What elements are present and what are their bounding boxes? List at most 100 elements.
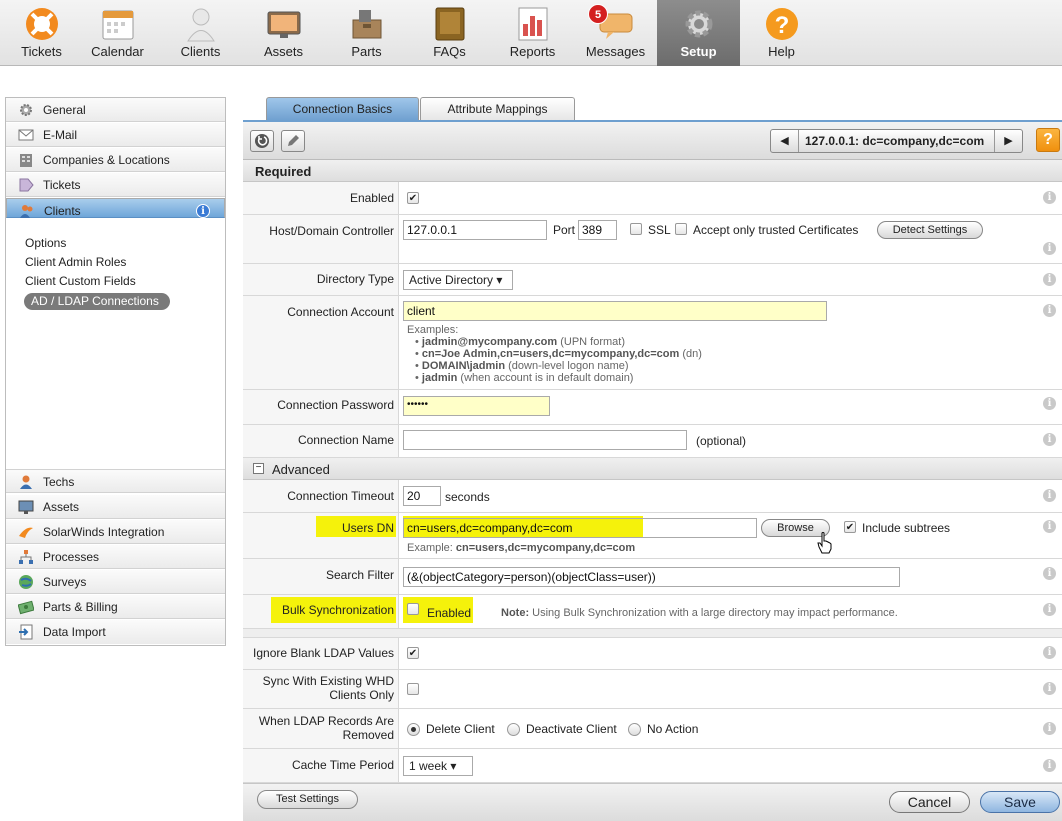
connection-account-input[interactable]: client bbox=[403, 301, 827, 321]
sidebar-item-parts-billing[interactable]: Parts & Billing bbox=[6, 595, 225, 619]
sidebar-item-surveys[interactable]: Surveys bbox=[6, 570, 225, 594]
sidebar-item-email[interactable]: E-Mail bbox=[6, 123, 225, 147]
nav-faqs[interactable]: FAQs bbox=[408, 0, 491, 66]
building-icon bbox=[20, 154, 32, 167]
info-icon[interactable]: i bbox=[1043, 759, 1056, 772]
back-button[interactable] bbox=[250, 130, 274, 152]
save-button[interactable]: Save bbox=[980, 791, 1060, 813]
monitor-icon bbox=[18, 500, 34, 514]
cache-time-select[interactable]: 1 week ▾ bbox=[403, 756, 473, 776]
deactivate-client-radio[interactable] bbox=[507, 723, 520, 736]
row-label-cell: Connection Account bbox=[243, 296, 399, 389]
sidebar-item-general[interactable]: General bbox=[6, 98, 225, 122]
sync-existing-label-line1: Sync With Existing WHD bbox=[262, 674, 394, 688]
info-icon[interactable]: i bbox=[1043, 520, 1056, 533]
enabled-checkbox[interactable]: ✔ bbox=[407, 192, 419, 204]
ignore-blank-checkbox[interactable]: ✔ bbox=[407, 647, 419, 659]
row-label-cell: Bulk Synchronization bbox=[243, 595, 399, 628]
delete-client-radio[interactable] bbox=[407, 723, 420, 736]
sync-existing-checkbox[interactable] bbox=[407, 683, 419, 695]
cancel-button[interactable]: Cancel bbox=[889, 791, 970, 813]
help-button[interactable]: ? bbox=[1036, 128, 1060, 152]
info-icon[interactable]: i bbox=[196, 204, 210, 218]
example-note: (when account is in default domain) bbox=[457, 372, 634, 384]
sidebar-item-techs[interactable]: Techs bbox=[6, 469, 225, 493]
info-icon[interactable]: i bbox=[1043, 304, 1056, 317]
nav-label: Setup bbox=[680, 44, 717, 59]
trusted-certificates-checkbox[interactable] bbox=[675, 223, 687, 235]
users-dn-input[interactable]: cn=users,dc=company,dc=com bbox=[403, 518, 757, 538]
note-text: Using Bulk Synchronization with a large … bbox=[529, 607, 898, 619]
nav-reports[interactable]: Reports bbox=[491, 0, 574, 66]
connection-name-display: 127.0.0.1: dc=company,dc=com bbox=[805, 134, 985, 148]
info-icon[interactable]: i bbox=[1043, 567, 1056, 580]
advanced-section-header[interactable]: − Advanced bbox=[243, 458, 1062, 480]
sidebar-subitem-client-admin-roles[interactable]: Client Admin Roles bbox=[25, 255, 126, 269]
port-input[interactable]: 389 bbox=[578, 220, 617, 240]
parts-box-icon bbox=[352, 10, 382, 39]
nav-tickets[interactable]: Tickets bbox=[0, 0, 83, 66]
sidebar-item-label: Clients bbox=[44, 204, 81, 218]
info-icon[interactable]: i bbox=[1043, 603, 1056, 616]
host-input[interactable]: 127.0.0.1 bbox=[403, 220, 547, 240]
detect-settings-button[interactable]: Detect Settings bbox=[877, 221, 983, 239]
info-icon[interactable]: i bbox=[1043, 397, 1056, 410]
tab-attribute-mappings[interactable]: Attribute Mappings bbox=[420, 97, 575, 121]
next-connection-button[interactable]: ▶ bbox=[994, 130, 1022, 152]
info-icon[interactable]: i bbox=[1043, 273, 1056, 286]
edit-button[interactable] bbox=[281, 130, 305, 152]
sidebar-item-label: E-Mail bbox=[43, 128, 78, 142]
info-icon[interactable]: i bbox=[1043, 433, 1056, 446]
sidebar-subitem-ad-ldap-connections[interactable]: AD / LDAP Connections bbox=[24, 293, 170, 310]
nav-setup[interactable]: Setup bbox=[657, 0, 740, 66]
optional-hint: (optional) bbox=[696, 434, 747, 448]
ssl-checkbox[interactable] bbox=[630, 223, 642, 235]
connection-password-input[interactable]: •••••• bbox=[403, 396, 550, 416]
sidebar-item-solarwinds-integration[interactable]: SolarWinds Integration bbox=[6, 520, 225, 544]
sidebar-item-processes[interactable]: Processes bbox=[6, 545, 225, 569]
sidebar-item-assets[interactable]: Assets bbox=[6, 495, 225, 519]
info-icon[interactable]: i bbox=[1043, 646, 1056, 659]
nav-assets[interactable]: Assets bbox=[242, 0, 325, 66]
bulk-synchronization-label: Bulk Synchronization bbox=[281, 603, 394, 617]
bulk-synchronization-checkbox[interactable] bbox=[407, 603, 419, 615]
nav-messages[interactable]: Messages bbox=[574, 0, 657, 66]
directory-type-select[interactable]: Active Directory ▾ bbox=[403, 270, 513, 290]
info-icon[interactable]: i bbox=[1043, 722, 1056, 735]
search-filter-label: Search Filter bbox=[325, 568, 394, 582]
search-filter-input[interactable]: (&(objectCategory=person)(objectClass=us… bbox=[403, 567, 900, 587]
test-settings-button[interactable]: Test Settings bbox=[257, 790, 358, 809]
setup-sidebar: General E-Mail Companies & Locations Tic… bbox=[5, 97, 226, 646]
sidebar-item-companies-locations[interactable]: Companies & Locations bbox=[6, 148, 225, 172]
sidebar-item-label: General bbox=[43, 103, 86, 117]
nav-label: Help bbox=[768, 44, 795, 59]
nav-calendar[interactable]: Calendar bbox=[76, 0, 159, 66]
sidebar-subitem-options[interactable]: Options bbox=[25, 236, 66, 250]
previous-connection-button[interactable]: ◀ bbox=[771, 130, 799, 152]
no-action-radio[interactable] bbox=[628, 723, 641, 736]
collapse-toggle-icon[interactable]: − bbox=[253, 463, 264, 474]
sidebar-item-label: Tickets bbox=[43, 178, 81, 192]
connection-name-input[interactable] bbox=[403, 430, 687, 450]
include-subtrees-checkbox[interactable]: ✔ bbox=[844, 521, 856, 533]
nav-help[interactable]: ? Help bbox=[740, 0, 823, 66]
nav-parts[interactable]: Parts bbox=[325, 0, 408, 66]
example-value: cn=Joe Admin,cn=users,dc=mycompany,dc=co… bbox=[421, 348, 680, 360]
cache-time-row: Cache Time Period 1 week ▾ i bbox=[243, 749, 1062, 783]
nav-clients[interactable]: Clients bbox=[159, 0, 242, 66]
section-title: Advanced bbox=[272, 462, 330, 477]
info-icon[interactable]: i bbox=[1043, 242, 1056, 255]
sidebar-item-data-import[interactable]: Data Import bbox=[6, 620, 225, 644]
users-icon bbox=[20, 205, 33, 218]
sidebar-subitem-client-custom-fields[interactable]: Client Custom Fields bbox=[25, 274, 136, 288]
sidebar-item-clients[interactable]: Clients i bbox=[6, 198, 225, 218]
info-icon[interactable]: i bbox=[1043, 489, 1056, 502]
info-icon[interactable]: i bbox=[1043, 682, 1056, 695]
row-label-cell: When LDAP Records Are Removed bbox=[243, 709, 399, 748]
right-triangle-icon: ▶ bbox=[1004, 135, 1013, 147]
money-icon bbox=[18, 600, 34, 615]
info-icon[interactable]: i bbox=[1043, 191, 1056, 204]
connection-timeout-input[interactable]: 20 bbox=[403, 486, 441, 506]
tab-connection-basics[interactable]: Connection Basics bbox=[266, 97, 419, 121]
sidebar-item-tickets[interactable]: Tickets bbox=[6, 173, 225, 197]
